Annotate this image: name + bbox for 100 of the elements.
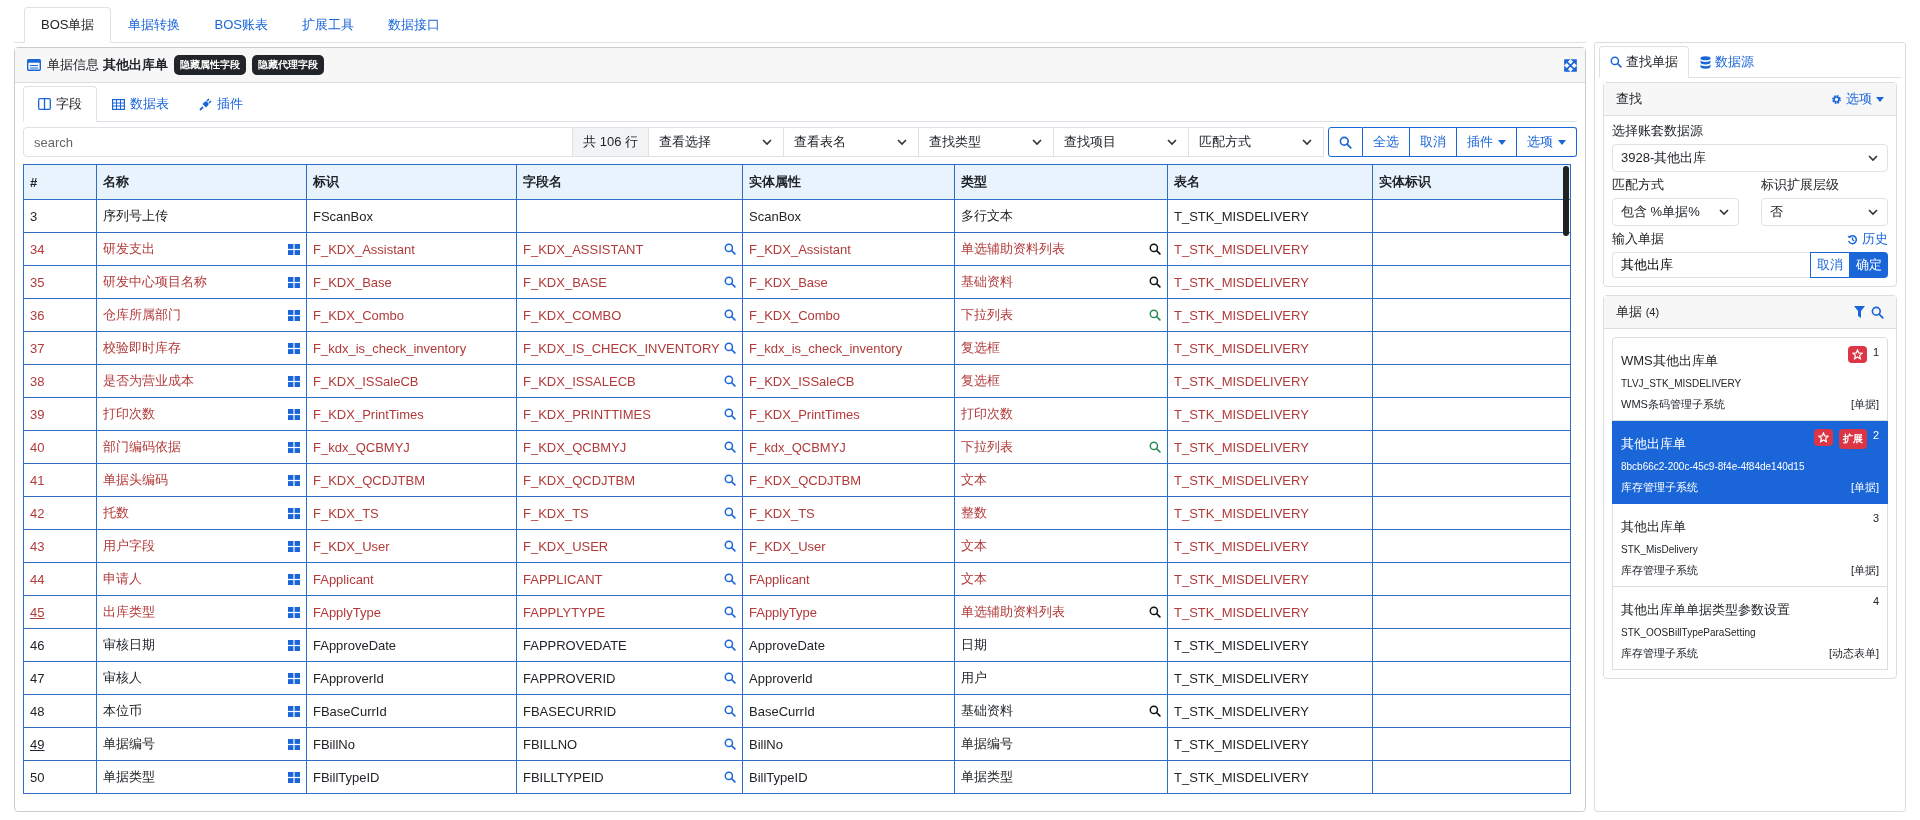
table-cell: 50 xyxy=(23,760,97,794)
top-tab[interactable]: 单据转换 xyxy=(111,7,198,43)
grid-icon[interactable] xyxy=(288,705,300,717)
chevron-icon xyxy=(1301,136,1313,148)
bill-item[interactable]: 其他出库单单据类型参数设置 4 STK_OOSBillTypeParaSetting 库存管理子系统 [动态表单] xyxy=(1612,587,1888,670)
search-button[interactable] xyxy=(1328,127,1363,157)
bill-title: 其他出库单 xyxy=(1621,435,1686,453)
bill-id: 8bcb66c2-200c-45c9-8f4e-4f84de140d15 xyxy=(1621,461,1806,472)
table-cell: 文本 xyxy=(954,562,1168,596)
grid-icon[interactable] xyxy=(288,441,300,453)
plug-icon xyxy=(199,97,212,111)
grid-icon[interactable] xyxy=(288,309,300,321)
table-cell: F_KDX_TS xyxy=(516,496,743,530)
grid-icon[interactable] xyxy=(288,672,300,684)
table-cell: 打印次数 xyxy=(96,397,307,431)
column-header[interactable]: 实体标识 xyxy=(1372,164,1571,200)
bill-item[interactable]: WMS其他出库单 1 TLVJ_STK_MISDELIVERY WMS条码管理子系统 [单据] xyxy=(1612,337,1888,421)
table-cell: T_STK_MISDELIVERY xyxy=(1167,628,1373,662)
toggle-badge[interactable]: 隐藏代理字段 xyxy=(251,55,324,75)
table-cell: F_KDX_BASE xyxy=(516,265,743,299)
grid-icon[interactable] xyxy=(288,243,300,255)
bill-kind: [单据] xyxy=(1850,480,1879,495)
cancel-button[interactable]: 取消 xyxy=(1810,252,1850,278)
table-cell: F_KDX_TS xyxy=(742,496,955,530)
source-select[interactable]: 3928-其他出库 xyxy=(1612,144,1888,172)
grid-icon[interactable] xyxy=(288,375,300,387)
bill-item[interactable]: 其他出库单 3 STK_MisDelivery 库存管理子系统 [单据] xyxy=(1612,504,1888,587)
table-cell: F_kdx_is_check_inventory xyxy=(306,331,517,365)
confirm-button[interactable]: 确定 xyxy=(1850,252,1888,278)
table-cell: FAPPROVERID xyxy=(516,661,743,695)
table-cell: 42 xyxy=(23,496,97,530)
grid-icon[interactable] xyxy=(288,606,300,618)
bill-item[interactable]: 其他出库单 扩展 2 8bcb66c2-200c-45c9-8f4e-4f84de140d15 库存管理子系统 [单据] xyxy=(1612,421,1888,504)
table-cell: F_kdx_QCBMYJ xyxy=(742,430,955,464)
table-cell: F_KDX_TS xyxy=(306,496,517,530)
table-cell: T_STK_MISDELIVERY xyxy=(1167,463,1373,497)
grid-icon[interactable] xyxy=(288,276,300,288)
scrollbar[interactable] xyxy=(1563,166,1569,236)
grid-icon[interactable] xyxy=(288,474,300,486)
filter-select[interactable]: 查看选择 xyxy=(649,127,784,157)
view-tab[interactable]: 插件 xyxy=(184,86,258,122)
top-tab[interactable]: BOS账表 xyxy=(197,7,285,43)
bill-index: 1 xyxy=(1872,346,1879,358)
filter-select[interactable]: 查看表名 xyxy=(784,127,919,157)
bill-index: 2 xyxy=(1872,429,1879,441)
column-header[interactable]: 实体属性 xyxy=(742,164,955,200)
table-cell: 打印次数 xyxy=(954,397,1168,431)
column-header[interactable]: 表名 xyxy=(1167,164,1373,200)
options-dropdown[interactable]: 选项 xyxy=(1831,90,1884,108)
table-cell: BillTypeID xyxy=(742,760,955,794)
grid-icon[interactable] xyxy=(288,408,300,420)
grid-icon[interactable] xyxy=(288,771,300,783)
table-cell: FBILLTYPEID xyxy=(516,760,743,794)
filter-select[interactable]: 匹配方式 xyxy=(1189,127,1324,157)
filter-icon[interactable] xyxy=(1854,306,1865,318)
grid-icon[interactable] xyxy=(288,738,300,750)
view-tab[interactable]: 字段 xyxy=(23,86,97,122)
dropdown-button[interactable]: 选项 xyxy=(1517,127,1577,157)
column-header[interactable]: 标识 xyxy=(306,164,517,200)
table-cell: 49 xyxy=(23,727,97,761)
bill-kind: [单据] xyxy=(1850,397,1879,412)
star-icon xyxy=(1851,349,1863,360)
table-cell: 单选辅助资料列表 xyxy=(954,595,1168,629)
filter-select[interactable]: 查找项目 xyxy=(1054,127,1189,157)
table-cell: F_KDX_Base xyxy=(742,265,955,299)
toolbar-button[interactable]: 全选 xyxy=(1363,127,1410,157)
top-tab[interactable]: 扩展工具 xyxy=(284,7,371,43)
table-cell: FBASECURRID xyxy=(516,694,743,728)
history-link[interactable]: 历史 xyxy=(1847,230,1888,248)
filter-select[interactable]: 查找类型 xyxy=(919,127,1054,157)
toggle-badge[interactable]: 隐藏属性字段 xyxy=(173,55,246,75)
view-tab[interactable]: 数据表 xyxy=(97,86,184,122)
top-tab[interactable]: BOS单据 xyxy=(24,7,112,43)
table-cell: 43 xyxy=(23,529,97,563)
top-tab[interactable]: 数据接口 xyxy=(370,7,457,43)
table-cell: F_KDX_QCBMYJ xyxy=(516,430,743,464)
match-select[interactable]: 包含 %单据% xyxy=(1612,198,1739,226)
grid-icon[interactable] xyxy=(288,342,300,354)
toolbar-button[interactable]: 取消 xyxy=(1410,127,1457,157)
bill-input[interactable]: 其他出库 xyxy=(1612,252,1810,278)
database-icon xyxy=(1700,55,1711,69)
grid-icon[interactable] xyxy=(288,507,300,519)
column-header[interactable]: # xyxy=(23,164,97,200)
side-tab[interactable]: 查找单据 xyxy=(1599,46,1689,78)
table-cell: 出库类型 xyxy=(96,595,307,629)
expand-icon[interactable] xyxy=(1564,58,1577,72)
dropdown-button[interactable]: 插件 xyxy=(1457,127,1517,157)
column-header[interactable]: 名称 xyxy=(96,164,307,200)
grid-icon[interactable] xyxy=(288,639,300,651)
table-cell: 单据头编码 xyxy=(96,463,307,497)
table-cell: 39 xyxy=(23,397,97,431)
column-header[interactable]: 字段名 xyxy=(516,164,743,200)
level-select[interactable]: 否 xyxy=(1761,198,1888,226)
grid-icon[interactable] xyxy=(288,540,300,552)
table-cell: FScanBox xyxy=(306,199,517,233)
search-field[interactable]: search xyxy=(23,127,574,157)
grid-icon[interactable] xyxy=(288,573,300,585)
column-header[interactable]: 类型 xyxy=(954,164,1168,200)
table-cell: 复选框 xyxy=(954,331,1168,365)
side-tab[interactable]: 数据源 xyxy=(1689,46,1765,78)
